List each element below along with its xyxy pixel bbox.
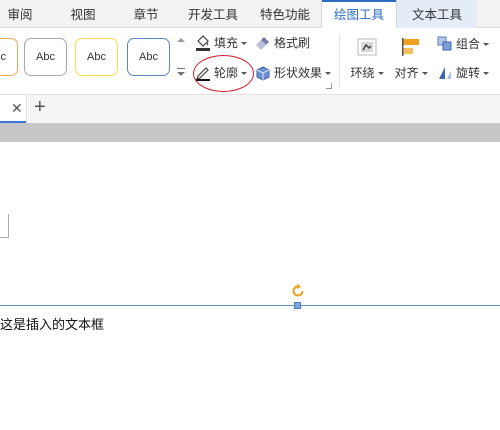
- scroll-up-icon[interactable]: [177, 38, 185, 42]
- close-icon[interactable]: ✕: [11, 101, 23, 115]
- page-margin-marker: [0, 214, 9, 238]
- document-page[interactable]: 这是插入的文本框: [0, 142, 500, 430]
- align-button[interactable]: 对齐: [392, 32, 430, 92]
- ribbon-tab-bar: 审阅 视图 章节 开发工具 特色功能 绘图工具 文本工具: [0, 0, 500, 29]
- rotate-handle-icon[interactable]: [290, 283, 306, 299]
- scroll-down-icon[interactable]: [177, 72, 185, 76]
- brush-icon: [256, 37, 269, 50]
- textbox-content[interactable]: 这是插入的文本框: [0, 314, 104, 333]
- fill-button[interactable]: 填充: [195, 33, 251, 53]
- shape-effects-button[interactable]: 形状效果: [255, 63, 335, 83]
- tab-view[interactable]: 视图: [58, 0, 108, 28]
- tab-developer[interactable]: 开发工具: [182, 0, 244, 28]
- group-label: 组合: [456, 37, 481, 51]
- tab-review[interactable]: 审阅: [0, 0, 40, 28]
- wrap-text-icon: [357, 38, 377, 56]
- shape-style-sample[interactable]: Abc: [75, 38, 118, 76]
- rotate-label: 旋转: [456, 66, 481, 80]
- group-icon: [437, 36, 452, 51]
- shape-style-sample[interactable]: Abc: [127, 38, 170, 76]
- resize-handle[interactable]: [294, 302, 301, 309]
- document-tab[interactable]: ✕: [0, 95, 27, 123]
- highlight-ellipse: [193, 55, 254, 92]
- cube-icon: [256, 66, 270, 81]
- shape-style-sample[interactable]: Abc: [0, 38, 18, 76]
- chevron-down-icon: [483, 72, 490, 76]
- ribbon-panel: Abc Abc Abc Abc 填充 格式刷 轮廓: [0, 28, 500, 95]
- chevron-down-icon: [241, 42, 248, 46]
- rotate-icon: [439, 67, 451, 79]
- shape-style-sample[interactable]: Abc: [24, 38, 67, 76]
- tab-chapter[interactable]: 章节: [122, 0, 170, 28]
- format-painter-label: 格式刷: [274, 36, 311, 50]
- fill-label: 填充: [214, 36, 239, 50]
- ribbon-separator: [339, 34, 340, 88]
- style-gallery-scroller[interactable]: [175, 32, 187, 92]
- ruler-area: [0, 123, 500, 142]
- align-icon: [402, 38, 419, 56]
- rotate-button[interactable]: 旋转: [437, 63, 497, 83]
- chevron-down-icon: [483, 43, 490, 47]
- chevron-down-icon: [377, 72, 384, 76]
- shape-effects-label: 形状效果: [274, 66, 323, 80]
- wrap-button[interactable]: 环绕: [346, 32, 388, 92]
- tab-special-features[interactable]: 特色功能: [252, 0, 318, 28]
- plus-icon[interactable]: +: [34, 97, 46, 117]
- document-tab-strip: ✕ +: [0, 95, 500, 123]
- chevron-down-icon: [421, 72, 428, 76]
- align-label: 对齐: [394, 66, 419, 80]
- dialog-launcher-icon[interactable]: [326, 83, 332, 89]
- chevron-down-icon: [325, 72, 332, 76]
- gallery-more-bar: [177, 68, 185, 69]
- tab-text-tools[interactable]: 文本工具: [397, 0, 477, 28]
- wrap-label: 环绕: [350, 66, 375, 80]
- format-painter-button[interactable]: 格式刷: [255, 33, 315, 53]
- tab-drawing-tools[interactable]: 绘图工具: [321, 0, 397, 29]
- paint-bucket-icon: [196, 35, 210, 51]
- textbox-border[interactable]: [0, 305, 500, 306]
- group-button[interactable]: 组合: [437, 34, 497, 54]
